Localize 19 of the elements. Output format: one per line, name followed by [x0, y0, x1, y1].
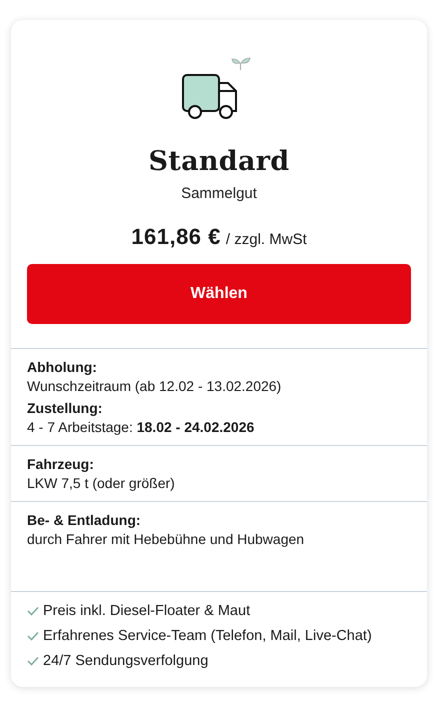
check-icon: [27, 631, 39, 641]
detail-value: LKW 7,5 t (oder größer): [27, 475, 176, 491]
price: 161,86 €: [131, 224, 221, 250]
check-icon: [27, 656, 39, 666]
feature-text: Preis inkl. Diesel-Floater & Maut: [43, 603, 250, 619]
detail-value: 4 - 7 Arbeitstage: 18.02 - 24.02.2026: [27, 419, 256, 435]
detail-label: Zustellung:: [27, 400, 104, 416]
offer-subtitle: Sammelgut: [181, 185, 257, 202]
detail-value: Wunschzeitraum (ab 12.02 - 13.02.2026): [27, 378, 282, 394]
detail-value: durch Fahrer mit Hebebühne und Hubwagen: [27, 531, 306, 547]
check-icon: [27, 606, 39, 616]
offer-title: Standard: [148, 146, 290, 177]
feature-text: Erfahrenes Service-Team (Telefon, Mail, Live-Chat): [43, 628, 372, 644]
price-note: / zzgl. MwSt: [226, 231, 307, 248]
detail-label: Be- & Entladung:: [27, 512, 142, 528]
detail-label: Fahrzeug:: [27, 456, 95, 472]
select-button[interactable]: Wählen: [27, 264, 411, 324]
feature-text: 24/7 Sendungsverfolgung: [43, 653, 208, 669]
detail-label: Abholung:: [27, 359, 98, 375]
